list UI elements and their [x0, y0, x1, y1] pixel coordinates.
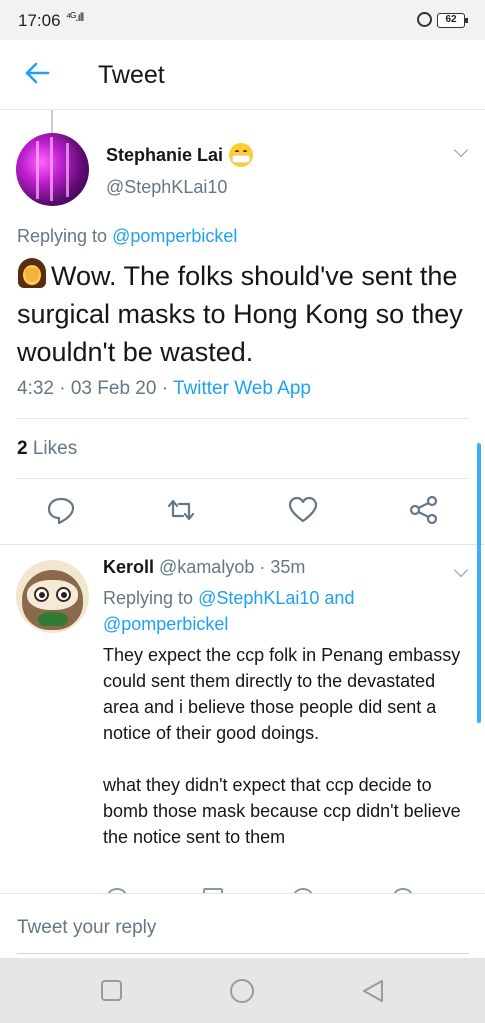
replying-and: and	[319, 588, 355, 608]
home-button[interactable]	[227, 976, 257, 1006]
like-button[interactable]	[283, 490, 323, 530]
system-nav-bar	[0, 958, 485, 1023]
tweet-body: Wow. The folks should've sent the surgic…	[17, 261, 463, 367]
alarm-icon	[417, 12, 432, 27]
reply-paragraph: They expect the ccp folk in Penang embas…	[103, 645, 461, 743]
reply-composer	[0, 893, 485, 958]
reply-icon	[47, 497, 75, 525]
arrow-left-icon	[25, 62, 50, 84]
action-bar	[0, 490, 485, 540]
triangle-back-icon	[363, 980, 383, 1002]
app-bar: Tweet	[0, 40, 485, 110]
likes-number: 2	[17, 438, 28, 459]
back-nav-button[interactable]	[358, 976, 388, 1006]
mention-link[interactable]: @pomperbickel	[112, 226, 237, 246]
author-handle[interactable]: @StephKLai10	[106, 177, 227, 198]
page-title: Tweet	[98, 61, 165, 89]
thread-connector	[51, 110, 53, 134]
tweet-text: Wow. The folks should've sent the surgic…	[17, 257, 477, 371]
divider	[0, 544, 485, 545]
likes-count[interactable]: 2 Likes	[17, 438, 77, 460]
divider	[17, 478, 469, 479]
scrollbar[interactable]	[477, 443, 481, 723]
replying-prefix: Replying to	[17, 226, 113, 246]
likes-label: Likes	[27, 438, 78, 459]
mask-emoji-icon	[229, 143, 253, 167]
replying-to: Replying to @pomperbickel	[17, 226, 237, 247]
heart-icon	[288, 496, 318, 523]
mention-link[interactable]: @StephKLai10	[198, 588, 319, 608]
mention-link[interactable]: @pomperbickel	[103, 614, 228, 634]
retweet-button[interactable]	[161, 490, 201, 530]
status-time: 17:06	[18, 11, 61, 30]
signal-icon: ⁴ᴳ.ıll	[66, 10, 84, 24]
reply-author-handle[interactable]: @kamalyob	[159, 557, 254, 577]
reply-author-name[interactable]: Keroll	[103, 557, 154, 577]
circle-icon	[230, 979, 254, 1003]
divider	[17, 418, 469, 419]
avatar[interactable]	[16, 133, 89, 206]
reply-replying-prefix: Replying to	[103, 588, 199, 608]
retweet-icon	[167, 499, 195, 521]
status-bar: 17:06 ⁴ᴳ.ıll 62	[0, 0, 485, 40]
share-icon	[409, 495, 438, 525]
reply-replying-to: Replying to @StephKLai10 and @pomperbicke…	[103, 585, 403, 637]
author-name[interactable]: Stephanie Lai	[106, 145, 223, 166]
recents-button[interactable]	[97, 976, 127, 1006]
reply-paragraph: what they didn't expect that ccp decide …	[103, 775, 461, 847]
tweet-timestamp: 4:32 · 03 Feb 20 · Twitter Web App	[17, 378, 311, 400]
time-date: 4:32 · 03 Feb 20 ·	[17, 378, 173, 399]
reply-button[interactable]	[41, 490, 81, 530]
battery-indicator: 62	[437, 13, 468, 28]
reply-age: · 35m	[254, 557, 306, 577]
share-button[interactable]	[404, 490, 444, 530]
back-button[interactable]	[22, 58, 52, 88]
facepalm-emoji-icon	[17, 258, 47, 290]
reply-text: They expect the ccp folk in Penang embas…	[103, 642, 473, 850]
chevron-down-icon[interactable]	[453, 562, 469, 578]
reply-avatar[interactable]	[16, 560, 89, 633]
square-icon	[101, 980, 122, 1001]
reply-header: Keroll @kamalyob · 35m	[103, 557, 305, 578]
reply-input[interactable]	[17, 914, 469, 954]
source-link[interactable]: Twitter Web App	[173, 378, 311, 399]
chevron-down-icon[interactable]	[453, 142, 469, 158]
